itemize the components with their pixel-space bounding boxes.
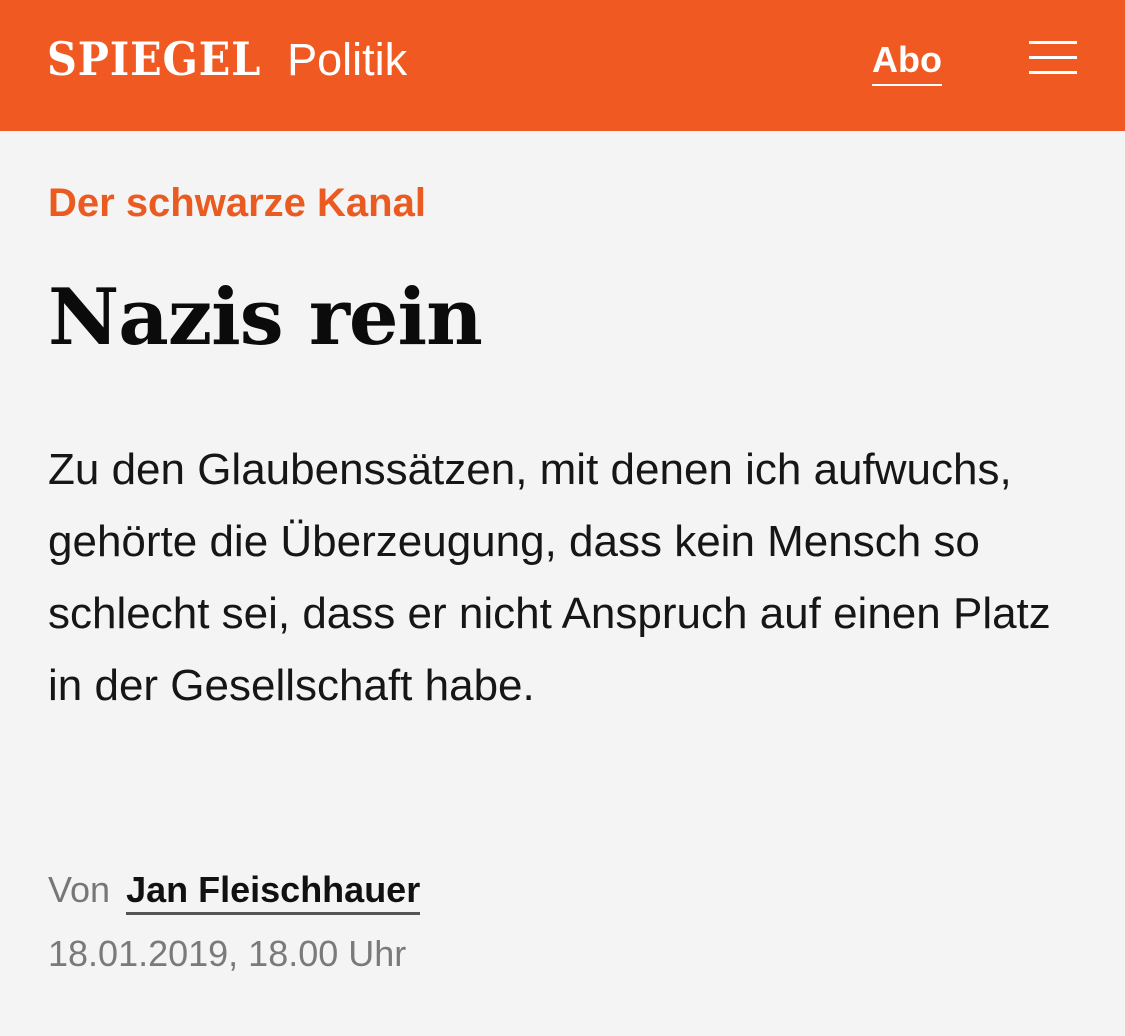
article-headline: Nazis rein xyxy=(48,272,483,363)
menu-line xyxy=(1029,56,1077,59)
menu-line xyxy=(1029,71,1077,74)
publish-date: 18.01.2019, 18.00 Uhr xyxy=(48,933,407,974)
hamburger-menu-icon[interactable] xyxy=(1029,40,1077,76)
byline-prefix: Von xyxy=(48,869,111,910)
site-header: SPIEGEL Politik Abo xyxy=(0,0,1125,131)
spiegel-logo[interactable]: SPIEGEL xyxy=(47,30,261,88)
brand[interactable]: SPIEGEL Politik xyxy=(47,30,407,89)
author-link[interactable]: Jan Fleischhauer xyxy=(126,869,421,915)
menu-line xyxy=(1029,41,1077,44)
section-title[interactable]: Politik xyxy=(287,31,407,89)
article-kicker: Der schwarze Kanal xyxy=(48,181,426,225)
abo-link[interactable]: Abo xyxy=(872,38,942,86)
article-lead: Zu den Glaubenssätzen, mit denen ich auf… xyxy=(48,445,1051,710)
byline: Von Jan Fleischhauer xyxy=(48,867,421,915)
